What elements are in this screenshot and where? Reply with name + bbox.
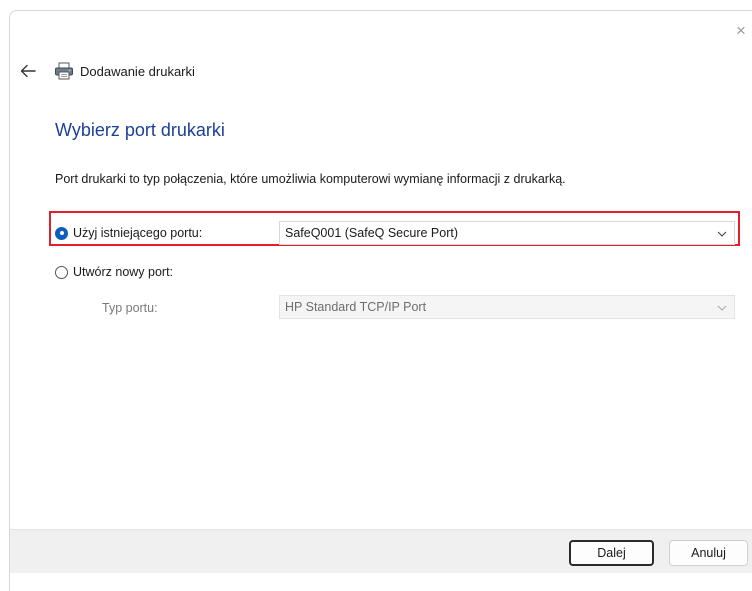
new-port-radio[interactable]: Utwórz nowy port:: [55, 265, 173, 279]
existing-port-label: Użyj istniejącego portu:: [73, 226, 203, 240]
dialog-title-row: Dodawanie drukarki: [54, 61, 195, 81]
next-button[interactable]: Dalej: [569, 540, 654, 566]
close-icon[interactable]: ×: [732, 22, 750, 40]
chevron-down-icon: [715, 227, 729, 241]
radio-unchecked-icon[interactable]: [55, 265, 68, 279]
existing-port-radio[interactable]: Użyj istniejącego portu:: [55, 226, 202, 240]
existing-port-dropdown[interactable]: SafeQ001 (SafeQ Secure Port): [279, 221, 735, 245]
port-type-label: Typ portu:: [102, 301, 158, 315]
printer-icon: [54, 62, 74, 80]
page-heading: Wybierz port drukarki: [55, 120, 225, 140]
port-type-value: HP Standard TCP/IP Port: [285, 300, 427, 314]
page-description: Port drukarki to typ połączenia, które u…: [55, 172, 566, 186]
radio-checked-icon[interactable]: [55, 226, 68, 240]
existing-port-value: SafeQ001 (SafeQ Secure Port): [285, 226, 459, 240]
dialog-title: Dodawanie drukarki: [80, 63, 195, 79]
chevron-down-icon: [715, 301, 729, 315]
cancel-button[interactable]: Anuluj: [669, 540, 748, 566]
port-type-dropdown[interactable]: HP Standard TCP/IP Port: [279, 295, 735, 319]
new-port-label: Utwórz nowy port:: [73, 265, 174, 279]
back-arrow-icon[interactable]: [18, 61, 38, 81]
